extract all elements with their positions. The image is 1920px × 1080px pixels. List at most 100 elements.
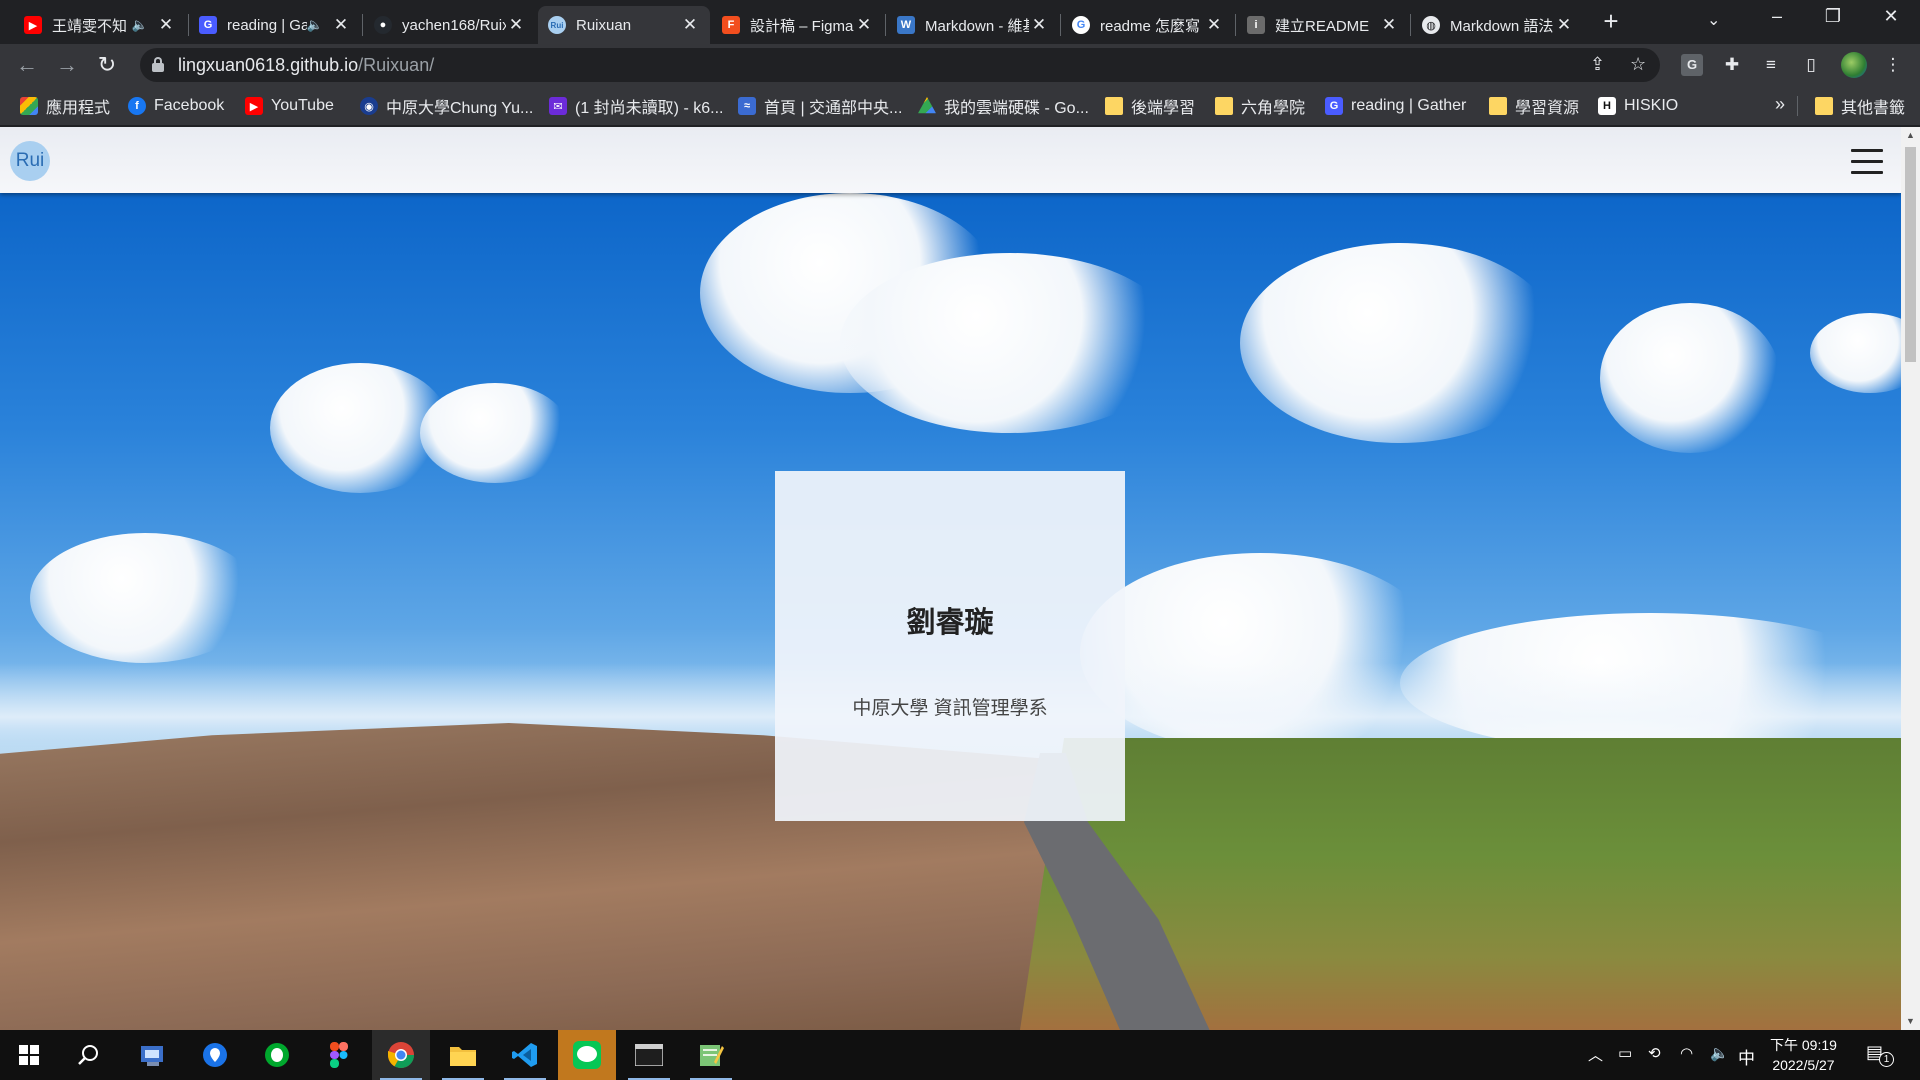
address-bar[interactable]: lingxuan0618.github.io/Ruixuan/ ⇪ ☆ [140, 48, 1660, 82]
vscode-icon[interactable] [496, 1030, 554, 1080]
close-icon[interactable]: ✕ [854, 15, 874, 35]
bookmark-label: YouTube [271, 97, 334, 114]
notepad-icon[interactable] [682, 1030, 740, 1080]
folder-icon [1215, 97, 1233, 115]
tab-search-icon[interactable]: ⌄ [1707, 10, 1720, 30]
tab-title: Markdown 語法 [1450, 17, 1554, 35]
speaker-icon[interactable]: 🔈 [307, 17, 323, 33]
bookmark-cwb[interactable]: ≈ 首頁 | 交通部中央... [738, 96, 903, 117]
facebook-icon: f [128, 97, 146, 115]
restore-icon[interactable]: ❐ [1818, 6, 1848, 27]
close-icon[interactable]: ✕ [1554, 15, 1574, 35]
figma-icon[interactable] [310, 1030, 368, 1080]
bookmark-facebook[interactable]: f Facebook [128, 96, 224, 116]
battery-icon[interactable]: ▭ [1618, 1044, 1632, 1062]
minimize-icon[interactable]: – [1762, 6, 1792, 27]
tab-markdown-syntax[interactable]: ◍ Markdown 語法 ✕ [1412, 6, 1584, 44]
window-close-icon[interactable]: ✕ [1876, 6, 1906, 27]
bookmark-folder-resources[interactable]: 學習資源 [1489, 96, 1579, 117]
hiskio-icon: H [1598, 97, 1616, 115]
chrome-icon[interactable] [372, 1030, 430, 1080]
bookmark-apps[interactable]: 應用程式 [20, 96, 110, 117]
terminal-icon[interactable] [620, 1030, 678, 1080]
tray-overflow-chevron-icon[interactable]: ︿ [1588, 1044, 1603, 1065]
grammarly-extension-icon[interactable]: G [1681, 54, 1703, 76]
close-icon[interactable]: ✕ [680, 15, 700, 35]
media-queue-icon[interactable]: ≡ [1760, 54, 1782, 76]
back-icon[interactable]: ← [14, 52, 40, 78]
speaker-icon[interactable]: 🔈 [132, 17, 148, 33]
close-icon[interactable]: ✕ [1379, 15, 1399, 35]
tab-ruixuan[interactable]: Rui Ruixuan ✕ [538, 6, 710, 44]
tab-divider [362, 14, 363, 36]
system-clock[interactable]: 下午 09:19 2022/5/27 [1770, 1035, 1837, 1075]
bookmark-folder-backend[interactable]: 後端學習 [1105, 96, 1195, 117]
bookmark-youtube[interactable]: ▶ YouTube [245, 96, 334, 116]
profile-avatar[interactable] [1841, 52, 1867, 78]
tab-gather[interactable]: G reading | Gather 🔈 ✕ [189, 6, 361, 44]
bookmark-star-icon[interactable]: ☆ [1630, 54, 1646, 75]
search-icon[interactable] [60, 1030, 118, 1080]
markdown-icon: W [897, 16, 915, 34]
tab-markdown-wiki[interactable]: W Markdown - 維基 ✕ [887, 6, 1059, 44]
evernote-icon[interactable] [248, 1030, 306, 1080]
volume-icon[interactable]: 🔈 [1710, 1044, 1729, 1062]
line-icon[interactable] [558, 1030, 616, 1080]
file-explorer-icon[interactable] [434, 1030, 492, 1080]
bookmark-google-drive[interactable]: 我的雲端硬碟 - Go... [918, 96, 1089, 117]
new-tab-button[interactable]: + [1597, 8, 1625, 36]
tab-readme-doc[interactable]: i 建立README ✕ [1237, 6, 1409, 44]
bookmarks-overflow-button[interactable]: » [1775, 94, 1785, 115]
github-icon: ● [374, 16, 392, 34]
maps-icon[interactable] [186, 1030, 244, 1080]
close-icon[interactable]: ✕ [1204, 15, 1224, 35]
profile-card: 劉睿璇 中原大學 資訊管理學系 [775, 471, 1125, 821]
page-scrollbar[interactable]: ▲ ▼ [1901, 127, 1920, 1030]
scroll-up-arrow-icon[interactable]: ▲ [1901, 127, 1920, 144]
tab-figma[interactable]: F 設計稿 – Figma ✕ [712, 6, 884, 44]
close-icon[interactable]: ✕ [1029, 15, 1049, 35]
close-icon[interactable]: ✕ [156, 15, 176, 35]
browser-toolbar: ← → ↻ lingxuan0618.github.io/Ruixuan/ ⇪ … [0, 44, 1920, 86]
tab-youtube[interactable]: ▶ 王靖雯不知 🔈 ✕ [14, 6, 186, 44]
cloud [840, 253, 1180, 433]
bookmark-label: Facebook [154, 97, 225, 114]
url-text[interactable]: lingxuan0618.github.io/Ruixuan/ [178, 55, 434, 76]
bookmark-folder-hexschool[interactable]: 六角學院 [1215, 96, 1305, 117]
ime-indicator[interactable]: 中 [1738, 1044, 1755, 1069]
reload-icon[interactable]: ↻ [94, 52, 120, 78]
forward-icon[interactable]: → [54, 52, 80, 78]
bookmark-other[interactable]: 其他書籤 [1815, 96, 1906, 117]
scrollbar-thumb[interactable] [1905, 147, 1916, 362]
close-icon[interactable]: ✕ [506, 15, 526, 35]
hamburger-menu-icon[interactable] [1851, 149, 1883, 174]
site-rui-icon: Rui [548, 16, 566, 34]
tab-github[interactable]: ● yachen168/Ruixuan ✕ [364, 6, 536, 44]
bookmark-hiskio[interactable]: H HISKIO [1598, 96, 1678, 116]
file-manager-icon[interactable] [124, 1030, 182, 1080]
tab-title: reading | Gather [227, 16, 307, 34]
share-icon[interactable]: ⇪ [1590, 54, 1605, 75]
tab-divider [1410, 14, 1411, 36]
tab-title: 建立README [1275, 17, 1370, 35]
site-navbar: Rui [0, 127, 1901, 193]
notification-center-icon[interactable]: ▤ 1 [1866, 1042, 1894, 1067]
folder-icon [1489, 97, 1507, 115]
onedrive-sync-icon[interactable]: ⟲ [1648, 1044, 1661, 1062]
site-logo[interactable]: Rui [10, 141, 50, 181]
bookmark-mail[interactable]: ✉ (1 封尚未讀取) - k6... [549, 96, 723, 117]
notification-count: 1 [1879, 1052, 1894, 1067]
start-icon[interactable] [0, 1030, 58, 1080]
wifi-icon[interactable]: ◠ [1680, 1044, 1693, 1062]
bookmark-gather[interactable]: G reading | Gather [1325, 96, 1466, 116]
bookmark-label: 首頁 | 交通部中央... [764, 100, 903, 117]
menu-kebab-icon[interactable]: ⋮ [1882, 54, 1904, 76]
close-icon[interactable]: ✕ [331, 15, 351, 35]
bookmark-label: 其他書籤 [1841, 100, 1906, 117]
tab-google-readme[interactable]: G readme 怎麼寫 ✕ [1062, 6, 1234, 44]
scroll-down-arrow-icon[interactable]: ▼ [1901, 1013, 1920, 1030]
side-panel-icon[interactable]: ▯ [1800, 54, 1822, 76]
extensions-puzzle-icon[interactable]: ✚ [1721, 54, 1743, 76]
lock-icon[interactable] [152, 57, 164, 72]
bookmark-cycu[interactable]: ◉ 中原大學Chung Yu... [360, 96, 533, 117]
